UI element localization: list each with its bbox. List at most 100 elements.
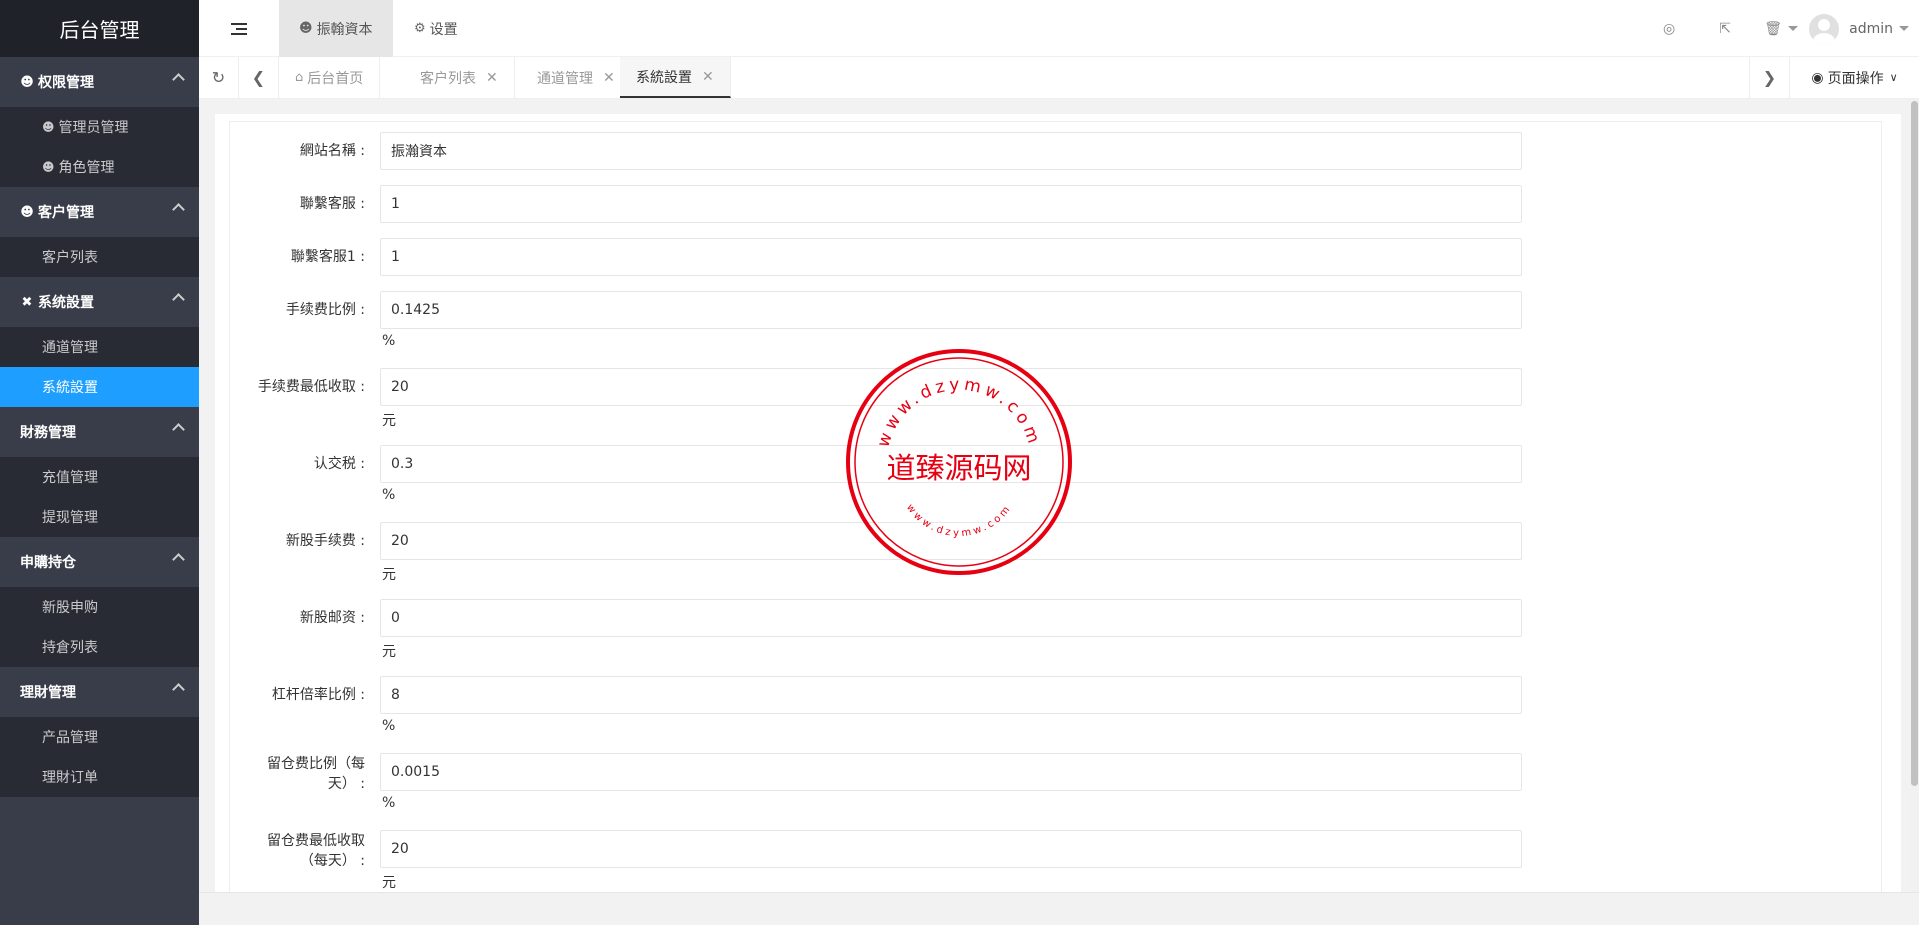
chevron-up-icon [172,423,185,436]
sidebar-item-products[interactable]: 产品管理 [0,717,199,757]
field-unit: 元 [382,564,396,584]
leverage-input[interactable]: 8 [380,676,1522,714]
refresh-button[interactable]: ↻ [199,57,239,98]
field-label: 聯繫客服1 : [230,247,365,267]
menu-group-title: 申購持仓 [20,552,76,572]
page-tabs-bar: ↻ ❮ ⌂ 后台首页 客户列表 ✕ 通道管理 ✕ 系統設置 ✕ ❯ ◉ 页面操作… [199,57,1919,99]
clear-cache-button[interactable]: 🗑 [1753,0,1809,57]
tab-label: 通道管理 [537,68,593,88]
menu-group-subscription: 申購持仓 新股申购 持倉列表 [0,537,199,667]
chevron-up-icon [172,73,185,86]
overnight-min-fee-input[interactable]: 20 [380,830,1522,868]
field-label-line: 留仓费比例（每 [230,754,365,774]
tab-label: 客户列表 [420,68,476,88]
close-icon[interactable]: ✕ [603,70,615,86]
fee-ratio-input[interactable]: 0.1425 [380,291,1522,329]
page-operations-dropdown[interactable]: ◉ 页面操作 ∨ [1789,57,1919,98]
caret-down-icon [1788,26,1798,31]
fullscreen-button[interactable]: ⇱ [1697,0,1753,57]
sidebar-item-recharge[interactable]: 充值管理 [0,457,199,497]
tabs-next-button[interactable]: ❯ [1749,57,1789,98]
menu-group-head-wealth[interactable]: 理財管理 [0,667,199,717]
tabs-prev-button[interactable]: ❮ [239,57,279,98]
sidebar-item-ipo-subscribe[interactable]: 新股申购 [0,587,199,627]
sidebar-item-system-settings[interactable]: 系統設置 [0,367,199,407]
overnight-fee-ratio-input[interactable]: 0.0015 [380,753,1522,791]
top-header: ☻ 振翰資本 ⚙ 设置 ◎ ⇱ 🗑 admin [199,0,1919,57]
scrollbar-thumb[interactable] [1911,101,1918,786]
field-label: 留仓费最低收取 （每天） : [230,831,365,871]
sidebar-item-label: 理財订单 [42,767,98,787]
sidebar-item-label: 持倉列表 [42,637,98,657]
user-icon: ☻ [20,205,34,219]
caret-down-icon [1899,26,1909,31]
sidebar-item-withdraw[interactable]: 提现管理 [0,497,199,537]
globe-button[interactable]: ◎ [1641,0,1697,57]
tab-home[interactable]: ⌂ 后台首页 [279,57,380,98]
sidebar-item-label: 新股申购 [42,597,98,617]
field-label: 留仓费比例（每 天） : [230,754,365,794]
field-unit: 元 [382,872,396,892]
field-label-line: （每天） : [230,851,365,871]
tab-label: 系統設置 [636,67,692,87]
main-content: 網站名稱 : 振瀚資本 聯繫客服 : 1 聯繫客服1 : 1 手续费比例 : 0… [199,99,1919,892]
tab-channel-manage[interactable]: 通道管理 ✕ [521,57,632,98]
ipo-fee-input[interactable]: 20 [380,522,1522,560]
user-icon: ☻ [42,120,55,134]
sidebar-item-label: 客户列表 [42,247,98,267]
refresh-icon: ↻ [212,68,225,87]
chevron-up-icon [172,203,185,216]
field-label: 新股邮资 : [230,608,365,628]
globe-icon: ◎ [1663,21,1675,37]
radio-dot-icon: ◉ [1811,70,1823,86]
field-label: 杠杆倍率比例 : [230,685,365,705]
home-icon: ⌂ [295,70,303,85]
top-tab-settings[interactable]: ⚙ 设置 [394,0,478,57]
menu-group-title: 理財管理 [20,682,76,702]
field-label-line: 留仓费最低收取 [230,831,365,851]
contact-input[interactable]: 1 [380,185,1522,223]
field-unit: 元 [382,410,396,430]
contact-1-input[interactable]: 1 [380,238,1522,276]
sidebar-toggle-button[interactable] [199,0,279,57]
sidebar-item-channel-manage[interactable]: 通道管理 [0,327,199,367]
menu-group-title: 系统設置 [38,292,94,312]
app-logo-title[interactable]: 后台管理 [0,0,199,57]
site-name-input[interactable]: 振瀚資本 [380,132,1522,170]
trash-icon: 🗑 [1764,21,1782,37]
chevron-down-icon: ∨ [1890,71,1898,84]
menu-group-head-permissions[interactable]: ☻ 权限管理 [0,57,199,107]
menu-fold-icon [231,23,247,35]
tax-input[interactable]: 0.3 [380,445,1522,483]
footer-strip [199,892,1919,925]
menu-group-head-finance[interactable]: 財務管理 [0,407,199,457]
ipo-postage-input[interactable]: 0 [380,599,1522,637]
sidebar-item-admin-manage[interactable]: ☻ 管理员管理 [0,107,199,147]
menu-group-customers: ☻ 客户管理 客户列表 [0,187,199,277]
user-icon: ☻ [20,75,34,89]
tab-system-settings[interactable]: 系統設置 ✕ [620,57,731,98]
menu-group-head-system[interactable]: ✖ 系统設置 [0,277,199,327]
menu-group-head-subscription[interactable]: 申購持仓 [0,537,199,587]
sidebar-item-customer-list[interactable]: 客户列表 [0,237,199,277]
sidebar-item-wealth-orders[interactable]: 理財订单 [0,757,199,797]
user-icon: ☻ [299,21,313,36]
close-icon[interactable]: ✕ [702,69,714,85]
fullscreen-icon: ⇱ [1719,21,1731,37]
field-unit: 元 [382,641,396,661]
sidebar-item-positions[interactable]: 持倉列表 [0,627,199,667]
settings-form: 網站名稱 : 振瀚資本 聯繫客服 : 1 聯繫客服1 : 1 手续费比例 : 0… [229,121,1882,892]
field-label: 網站名稱 : [230,141,365,161]
tab-customer-list[interactable]: 客户列表 ✕ [404,57,515,98]
top-tab-label: 设置 [430,19,458,39]
min-fee-input[interactable]: 20 [380,368,1522,406]
field-unit: % [382,487,395,503]
menu-group-wealth: 理財管理 产品管理 理財订单 [0,667,199,797]
sidebar-item-role-manage[interactable]: ☻ 角色管理 [0,147,199,187]
user-menu[interactable]: admin [1809,14,1919,44]
top-tab-company[interactable]: ☻ 振翰資本 [279,0,393,57]
content-scrollbar[interactable] [1910,99,1919,892]
close-icon[interactable]: ✕ [486,70,498,86]
tools-icon: ✖ [20,295,34,309]
menu-group-head-customers[interactable]: ☻ 客户管理 [0,187,199,237]
